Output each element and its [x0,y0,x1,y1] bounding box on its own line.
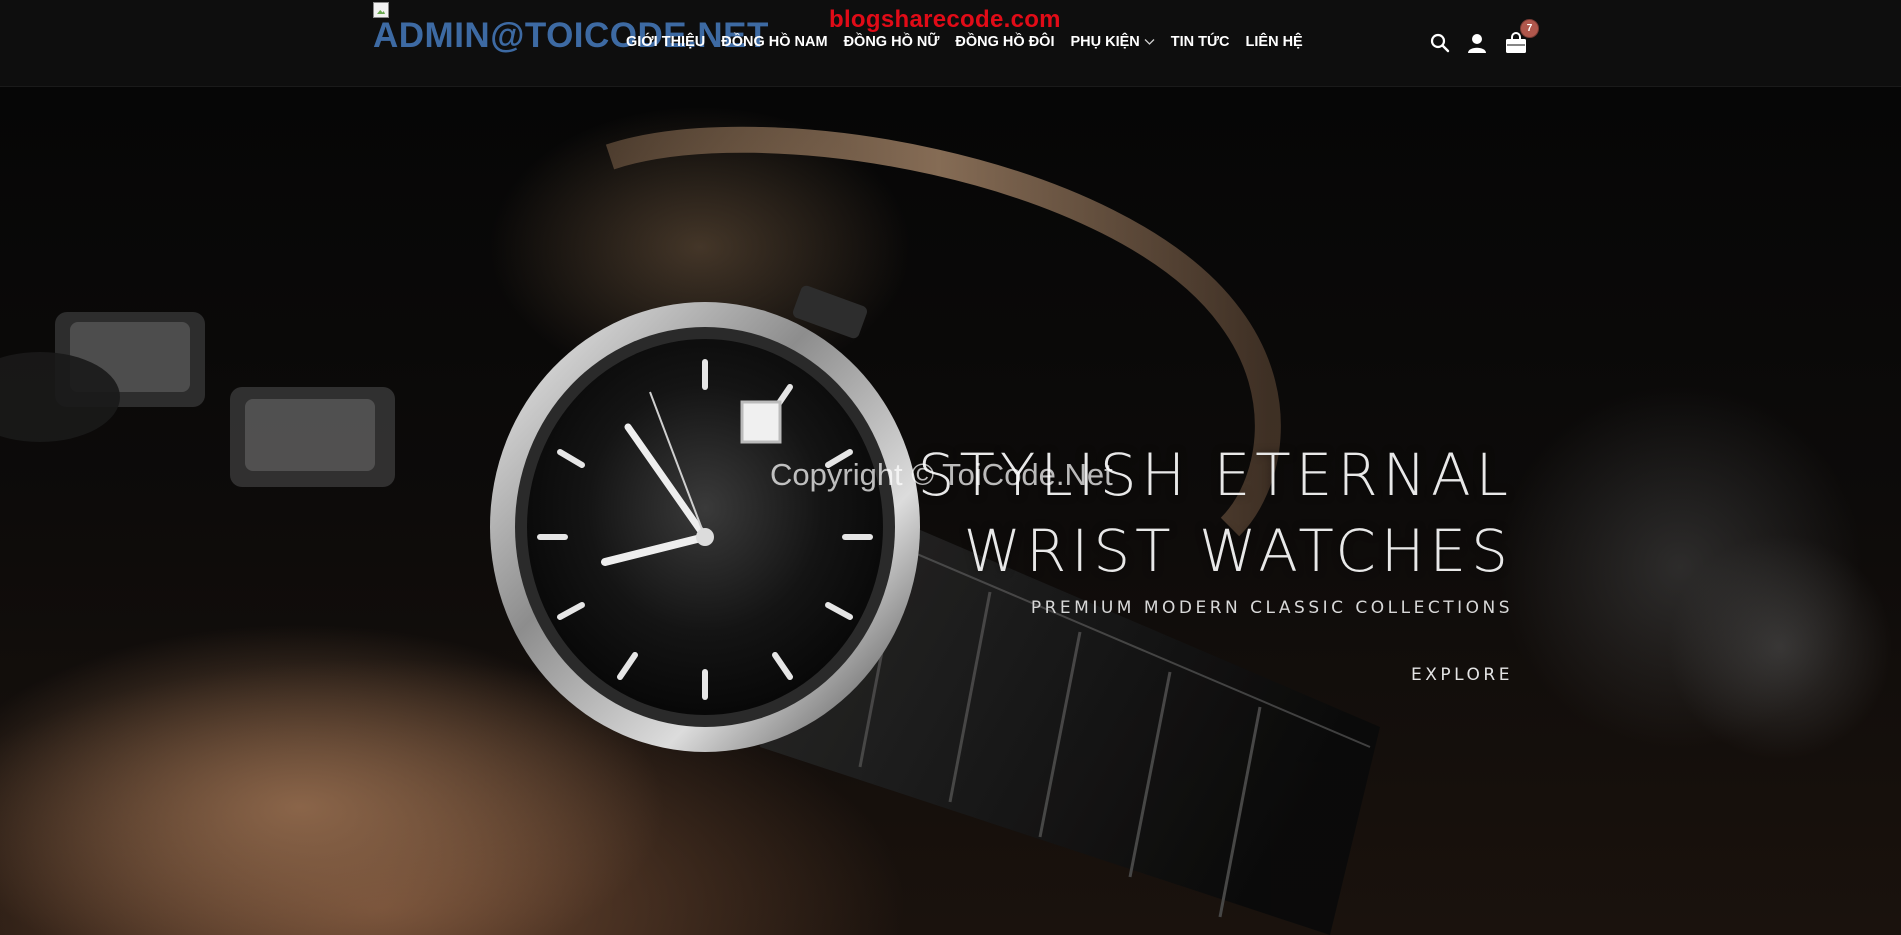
hero-title-line2: WRIST WATCHES [963,517,1513,585]
nav-item-tin-tuc[interactable]: TIN TỨC [1171,34,1230,50]
nav-item-gioi-thieu[interactable]: GIỚI THIỆU [626,34,705,50]
cart-count-badge: 7 [1520,19,1539,38]
nav-label: TIN TỨC [1170,34,1230,50]
watermark-top: blogsharecode.com [829,6,1061,33]
header-actions: 7 [1430,19,1544,58]
shopping-bag-icon[interactable]: 7 [1504,19,1539,55]
watermark-copyright: Copyright © ToiCode.Net [770,457,1113,492]
nav-item-dong-ho-nam[interactable]: ĐỒNG HỒ NAM [721,34,827,50]
hero-subtitle: PREMIUM MODERN CLASSIC COLLECTIONS [1030,598,1513,618]
nav-label: ĐỒNG HỒ NAM [721,34,828,50]
explore-link[interactable]: EXPLORE [1411,665,1513,685]
search-icon[interactable] [1430,33,1450,53]
nav-item-dong-ho-nu[interactable]: ĐỒNG HỒ NỮ [844,34,940,50]
nav-item-lien-he[interactable]: LIÊN HỆ [1246,34,1303,50]
nav-label: LIÊN HỆ [1245,34,1303,50]
chevron-down-icon [1144,34,1155,50]
user-icon[interactable] [1466,32,1488,54]
nav-label: PHỤ KIỆN [1070,34,1140,50]
hero-banner: Copyright © ToiCode.Net STYLISH ETERNAL … [0,87,1901,935]
nav-item-phu-kien[interactable]: PHỤ KIỆN [1070,34,1155,50]
nav-label: GIỚI THIỆU [626,34,706,50]
nav-item-dong-ho-doi[interactable]: ĐỒNG HỒ ĐÔI [955,34,1054,50]
nav-label: ĐỒNG HỒ NỮ [843,34,940,50]
nav-label: ĐỒNG HỒ ĐÔI [955,34,1055,50]
